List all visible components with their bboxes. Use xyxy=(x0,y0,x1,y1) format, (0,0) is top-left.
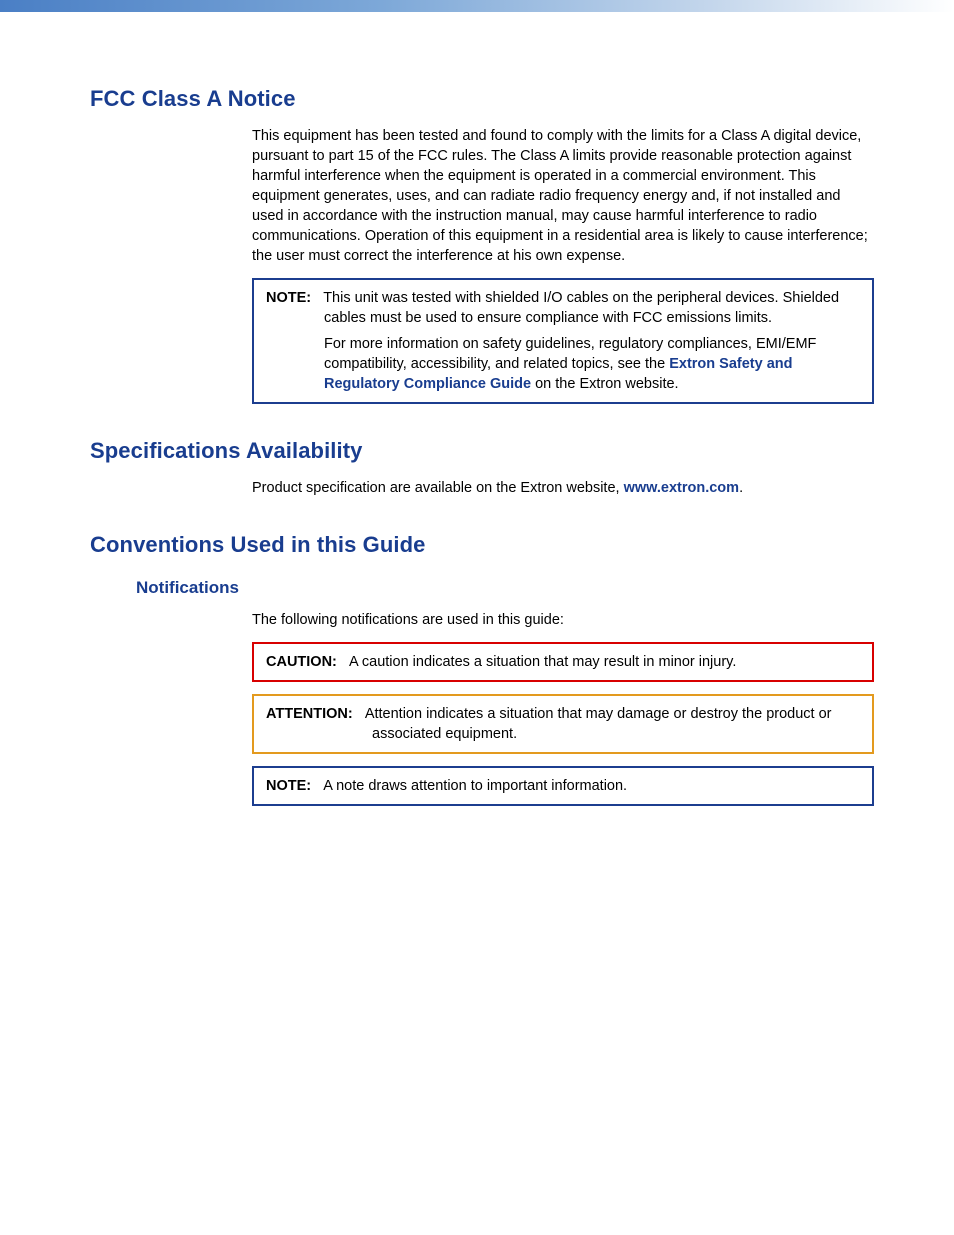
spec-text-a: Product specification are available on t… xyxy=(252,480,624,496)
fcc-note-text2b: on the Extron website. xyxy=(531,376,679,392)
note-line: NOTE: A note draws attention to importan… xyxy=(266,776,860,796)
fcc-body: This equipment has been tested and found… xyxy=(252,126,874,266)
caution-label: CAUTION: xyxy=(266,654,337,670)
note-box: NOTE: A note draws attention to importan… xyxy=(252,766,874,806)
notifications-intro: The following notifications are used in … xyxy=(252,610,874,630)
caution-line: CAUTION: A caution indicates a situation… xyxy=(266,652,860,672)
page-content: FCC Class A Notice This equipment has be… xyxy=(0,12,954,806)
spec-heading: Specifications Availability xyxy=(90,438,874,464)
spec-body: Product specification are available on t… xyxy=(252,478,874,498)
top-gradient-bar xyxy=(0,0,954,12)
fcc-note-box: NOTE: This unit was tested with shielded… xyxy=(252,278,874,404)
attention-box: ATTENTION: Attention indicates a situati… xyxy=(252,694,874,754)
spec-section: Specifications Availability Product spec… xyxy=(90,438,874,498)
fcc-note-p1: NOTE: This unit was tested with shielded… xyxy=(266,288,860,328)
extron-link[interactable]: www.extron.com xyxy=(624,480,739,496)
conventions-section: Conventions Used in this Guide Notificat… xyxy=(90,532,874,806)
note-label-2: NOTE: xyxy=(266,778,311,794)
note-label: NOTE: xyxy=(266,290,311,306)
fcc-note-text1: This unit was tested with shielded I/O c… xyxy=(323,290,839,326)
caution-box: CAUTION: A caution indicates a situation… xyxy=(252,642,874,682)
spec-text-b: . xyxy=(739,480,743,496)
attention-text: Attention indicates a situation that may… xyxy=(365,706,832,742)
fcc-section: FCC Class A Notice This equipment has be… xyxy=(90,86,874,404)
caution-text: A caution indicates a situation that may… xyxy=(349,654,736,670)
attention-line: ATTENTION: Attention indicates a situati… xyxy=(266,704,860,744)
conventions-heading: Conventions Used in this Guide xyxy=(90,532,874,558)
notifications-subheading: Notifications xyxy=(136,578,874,598)
fcc-heading: FCC Class A Notice xyxy=(90,86,874,112)
attention-label: ATTENTION: xyxy=(266,706,353,722)
note-text: A note draws attention to important info… xyxy=(323,778,627,794)
fcc-note-p2: For more information on safety guideline… xyxy=(266,334,860,394)
